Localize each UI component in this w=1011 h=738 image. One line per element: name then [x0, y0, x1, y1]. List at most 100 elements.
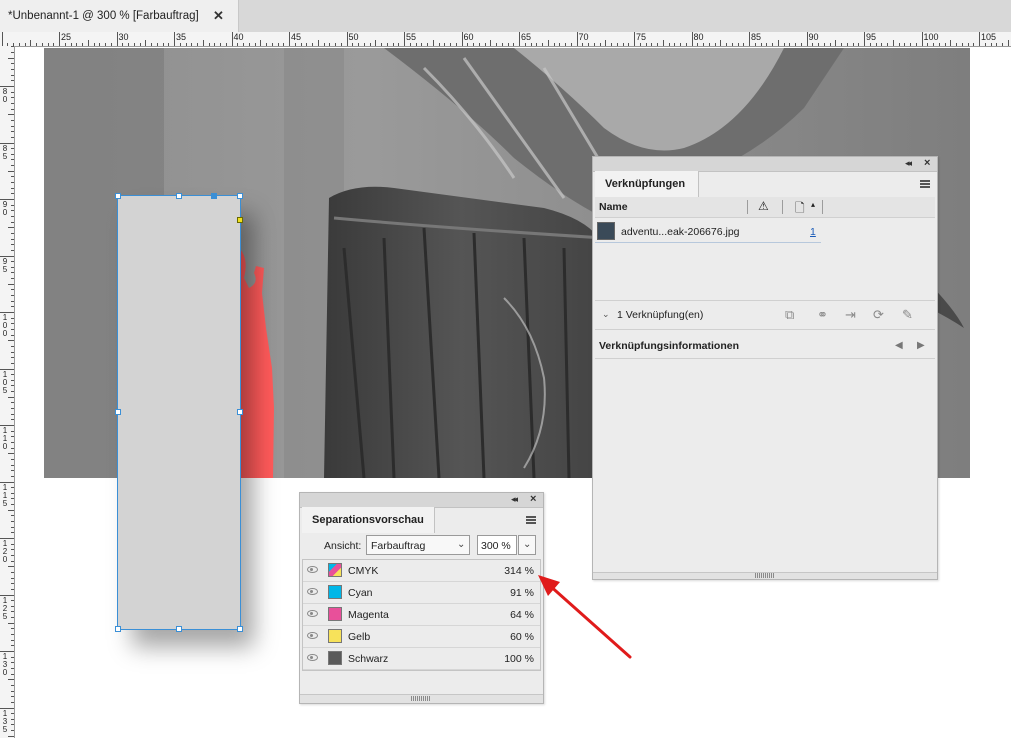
ruler-tick — [11, 504, 14, 506]
resize-handle-top-left[interactable] — [115, 193, 121, 199]
panel-resize-bar[interactable] — [300, 694, 543, 703]
ruler-label: 90 — [808, 32, 819, 42]
eye-icon[interactable] — [307, 588, 318, 595]
separation-row-black[interactable]: Schwarz 100 % — [303, 648, 540, 670]
eye-icon[interactable] — [307, 610, 318, 617]
next-arrow-icon[interactable]: ▶ — [917, 340, 925, 351]
resize-handle-top[interactable] — [176, 193, 182, 199]
zoom-input[interactable]: 300 % — [477, 535, 517, 555]
resize-gripper[interactable] — [411, 696, 431, 701]
page-icon[interactable]: 🗋 — [795, 199, 805, 220]
panel-menu-icon[interactable] — [526, 516, 536, 524]
zoom-dropdown-button[interactable]: ⌄ — [518, 535, 536, 555]
ruler-tick — [11, 165, 14, 167]
separation-row-magenta[interactable]: Magenta 64 % — [303, 604, 540, 626]
ruler-tick — [11, 334, 14, 336]
separations-preview-panel: ◂◂ × Separationsvorschau Ansicht: Farbau… — [299, 492, 544, 704]
ruler-tick — [979, 32, 980, 46]
separation-row-cmyk[interactable]: CMYK 314 % — [303, 560, 540, 582]
resize-gripper[interactable] — [755, 573, 775, 578]
link-page-number[interactable]: 1 — [810, 226, 816, 238]
collapse-icon[interactable]: ◂◂ — [511, 494, 518, 505]
resize-handle-right[interactable] — [237, 409, 243, 415]
view-dropdown[interactable]: Farbauftrag ⌄ — [366, 535, 470, 555]
ruler-tick — [11, 588, 14, 590]
resize-handle-left[interactable] — [115, 409, 121, 415]
horizontal-ruler[interactable]: 25 30 35 40 45 50 55 60 65 70 75 80 85 90 95 100 105 — [0, 32, 1011, 47]
relink-icon[interactable]: ⚭ — [817, 307, 828, 323]
ruler-tick — [11, 345, 14, 347]
separation-row-cyan[interactable]: Cyan 91 % — [303, 582, 540, 604]
vertical-ruler[interactable]: 8 0 8 5 9 0 9 5 1 0 0 1 0 5 1 1 0 1 1 5 1 2 0 1 2… — [0, 46, 15, 738]
corner-radius-icon[interactable] — [237, 217, 243, 223]
sort-up-icon[interactable]: ▴ — [811, 200, 815, 209]
ruler-tick — [110, 43, 112, 46]
selected-rectangle-frame[interactable] — [115, 193, 243, 632]
ruler-tick — [70, 43, 72, 46]
ruler-tick — [11, 63, 14, 65]
ruler-tick — [450, 43, 451, 46]
ruler-tick — [708, 43, 710, 46]
ruler-tick — [11, 458, 14, 460]
document-tab[interactable]: *Unbenannt-1 @ 300 % [Farbauftrag] ✕ — [0, 0, 239, 32]
ruler-tick — [795, 43, 796, 46]
eye-icon[interactable] — [307, 654, 318, 661]
panel-close-icon[interactable]: × — [924, 157, 930, 169]
previous-arrow-icon[interactable]: ◀ — [895, 340, 903, 351]
edit-original-icon[interactable]: ✎ — [902, 307, 913, 323]
update-link-icon[interactable]: ⟳ — [873, 307, 884, 323]
column-name-label[interactable]: Name — [599, 201, 628, 213]
ruler-tick — [363, 43, 365, 46]
panel-close-icon[interactable]: × — [530, 493, 536, 505]
resize-handle-top-right[interactable] — [237, 193, 243, 199]
resize-handle-bottom[interactable] — [176, 626, 182, 632]
ruler-tick — [749, 32, 750, 46]
ruler-tick — [691, 32, 693, 46]
ruler-tick — [513, 43, 515, 46]
ruler-tick — [266, 43, 267, 46]
ruler-tick — [11, 80, 14, 82]
document-tab-bar: *Unbenannt-1 @ 300 % [Farbauftrag] ✕ — [0, 0, 1011, 33]
ruler-tick — [323, 43, 325, 46]
ruler-tick — [11, 357, 14, 359]
separation-row-yellow[interactable]: Gelb 60 % — [303, 626, 540, 648]
resize-handle-bottom-right[interactable] — [237, 626, 243, 632]
go-to-link-icon[interactable]: ⇥ — [845, 307, 856, 323]
ruler-tick — [565, 43, 566, 46]
resize-handle-bottom-left[interactable] — [115, 626, 121, 632]
ruler-tick — [11, 97, 14, 99]
panel-title-bar[interactable]: ◂◂ × — [593, 157, 937, 172]
tab-links[interactable]: Verknüpfungen — [595, 171, 699, 197]
ruler-label: 80 — [693, 32, 704, 42]
tab-separations-preview[interactable]: Separationsvorschau — [302, 507, 435, 533]
eye-icon[interactable] — [307, 632, 318, 639]
ruler-tick — [11, 362, 14, 364]
ruler-tick — [8, 622, 14, 624]
ruler-tick — [11, 52, 14, 54]
collapse-icon[interactable]: ◂◂ — [905, 158, 912, 169]
panel-menu-icon[interactable] — [920, 180, 930, 188]
panel-title-bar[interactable]: ◂◂ × — [300, 493, 543, 508]
chevron-down-icon[interactable]: ⌄ — [602, 309, 610, 320]
close-icon[interactable]: ✕ — [213, 8, 224, 24]
ruler-tick — [806, 32, 808, 46]
ruler-tick — [927, 43, 929, 46]
relink-cc-icon[interactable]: ⧉ — [785, 307, 794, 323]
link-info-section[interactable]: Verknüpfungsinformationen ◀ ▶ — [595, 334, 935, 359]
separation-name: Gelb — [348, 631, 371, 643]
separation-name: Cyan — [348, 587, 373, 599]
ruler-tick — [11, 639, 14, 641]
content-grabber-icon[interactable] — [211, 193, 217, 199]
ruler-tick — [11, 153, 14, 155]
eye-icon[interactable] — [307, 566, 318, 573]
link-item[interactable]: adventu...eak-206676.jpg 1 — [595, 219, 935, 243]
ruler-tick — [11, 662, 14, 664]
ruler-tick — [869, 43, 871, 46]
ruler-tick — [8, 679, 14, 681]
ruler-tick — [852, 43, 854, 46]
warning-icon[interactable]: ⚠ — [758, 199, 769, 213]
ruler-tick — [11, 374, 14, 376]
panel-resize-bar[interactable] — [593, 572, 937, 579]
separations-list: CMYK 314 % Cyan 91 % Magenta 64 % Gelb 6… — [302, 559, 541, 671]
column-divider — [782, 200, 783, 214]
